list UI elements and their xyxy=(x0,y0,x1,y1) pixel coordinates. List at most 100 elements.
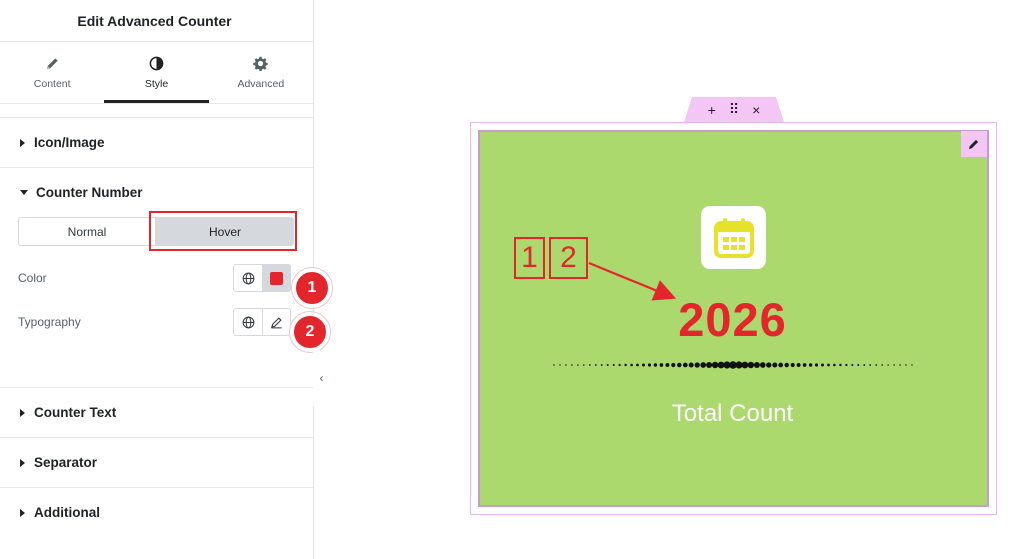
separator-dot xyxy=(863,364,866,366)
separator-dot xyxy=(753,361,760,369)
widget-toolbar: + ⠿ × xyxy=(684,97,784,122)
separator-dot xyxy=(677,362,682,368)
color-picker-button[interactable] xyxy=(262,265,290,291)
typography-label: Typography xyxy=(18,315,81,329)
close-icon[interactable]: × xyxy=(752,102,760,118)
separator-dot xyxy=(899,364,901,366)
separator-dot xyxy=(665,363,670,367)
separator-dot xyxy=(839,363,842,367)
separator-dot xyxy=(588,364,591,366)
collapse-panel-button[interactable]: ‹ xyxy=(313,350,330,406)
separator-dot xyxy=(821,363,824,367)
caret-right-icon xyxy=(20,138,25,147)
tab-advanced-label: Advanced xyxy=(237,77,285,90)
chevron-left-icon: ‹ xyxy=(319,371,324,385)
color-control-buttons xyxy=(233,264,291,292)
state-switcher: Normal Hover xyxy=(18,217,294,246)
separator-dot xyxy=(642,363,645,367)
annotation-badge-1: 1 xyxy=(292,268,332,308)
separator-dot xyxy=(759,362,766,368)
tab-advanced[interactable]: Advanced xyxy=(209,42,313,103)
section-counter-number-label: Counter Number xyxy=(36,185,143,200)
add-icon[interactable]: + xyxy=(708,102,716,118)
section-icon-image[interactable]: Icon/Image xyxy=(0,117,313,167)
section-additional[interactable]: Additional xyxy=(0,487,313,537)
section-separator[interactable]: Separator xyxy=(0,437,313,487)
dotted-separator xyxy=(553,361,913,369)
global-color-button[interactable] xyxy=(234,265,262,291)
separator-dot xyxy=(700,362,707,368)
annotation-box-1: 1 xyxy=(514,237,545,279)
separator-dot xyxy=(869,364,872,366)
separator-dot xyxy=(887,364,889,366)
tab-content[interactable]: Content xyxy=(0,42,104,103)
separator-dot xyxy=(600,364,603,366)
separator-dot xyxy=(857,364,860,366)
section-separator-label: Separator xyxy=(34,455,98,470)
separator-dot xyxy=(814,363,819,367)
separator-dot xyxy=(612,363,615,367)
pencil-icon xyxy=(46,57,58,69)
separator-dot xyxy=(747,361,755,369)
separator-dot xyxy=(653,363,658,367)
separator-dot xyxy=(565,364,567,366)
annotation-badge-2: 2 xyxy=(290,312,330,352)
normal-state-button[interactable]: Normal xyxy=(18,217,156,246)
section-counter-text[interactable]: Counter Text xyxy=(0,387,313,437)
separator-dot xyxy=(778,362,784,368)
separator-dot xyxy=(606,364,609,366)
tab-style[interactable]: Style xyxy=(104,42,209,103)
separator-dot xyxy=(875,364,878,366)
editor-panel: Edit Advanced Counter Content Style Adva… xyxy=(0,0,314,559)
section-icon-image-label: Icon/Image xyxy=(34,135,105,150)
separator-dot xyxy=(833,363,836,367)
color-label: Color xyxy=(18,271,47,285)
separator-dot xyxy=(827,363,830,367)
separator-dot xyxy=(647,363,652,367)
typography-control: Typography xyxy=(18,307,294,337)
global-typography-button[interactable] xyxy=(234,309,262,335)
panel-title: Edit Advanced Counter xyxy=(0,0,313,42)
separator-dot xyxy=(706,361,713,369)
separator-dot xyxy=(553,364,555,366)
calendar-icon xyxy=(713,217,754,258)
gear-icon xyxy=(253,56,269,71)
edit-typography-button[interactable] xyxy=(262,309,290,335)
separator-dot xyxy=(881,364,883,366)
tab-style-label: Style xyxy=(144,77,169,90)
separator-dot xyxy=(802,363,807,367)
separator-dot xyxy=(659,363,664,367)
section-counter-number[interactable]: Counter Number xyxy=(0,167,313,217)
separator-dot xyxy=(583,364,585,366)
globe-icon xyxy=(242,272,254,284)
separator-dot xyxy=(905,364,907,366)
drag-handle-icon[interactable]: ⠿ xyxy=(729,101,739,118)
separator-dot xyxy=(845,363,848,367)
half-circle-icon xyxy=(149,56,164,70)
separator-dot xyxy=(851,363,854,367)
separator-dot xyxy=(766,362,772,368)
separator-dot xyxy=(571,364,573,366)
edit-widget-button[interactable] xyxy=(961,131,987,157)
separator-dot xyxy=(711,361,719,369)
caret-right-icon xyxy=(20,408,25,417)
pencil-icon xyxy=(271,316,282,328)
caret-right-icon xyxy=(20,508,25,517)
caret-down-icon xyxy=(20,190,28,195)
hover-state-button[interactable]: Hover xyxy=(156,217,294,246)
separator-dot xyxy=(577,364,579,366)
separator-dot xyxy=(559,364,561,366)
counter-number: 2026 xyxy=(678,293,787,346)
separator-dot xyxy=(741,361,749,369)
separator-dot xyxy=(808,363,813,367)
separator-dot xyxy=(893,364,895,366)
separator-dot xyxy=(688,362,694,368)
separator-dot xyxy=(796,363,801,367)
separator-dot xyxy=(618,363,621,367)
section-counter-text-label: Counter Text xyxy=(34,405,117,420)
caret-right-icon xyxy=(20,458,25,467)
separator-dot xyxy=(790,362,795,368)
counter-icon-box xyxy=(701,206,766,269)
separator-dot xyxy=(636,363,639,367)
separator-dot xyxy=(772,362,778,368)
